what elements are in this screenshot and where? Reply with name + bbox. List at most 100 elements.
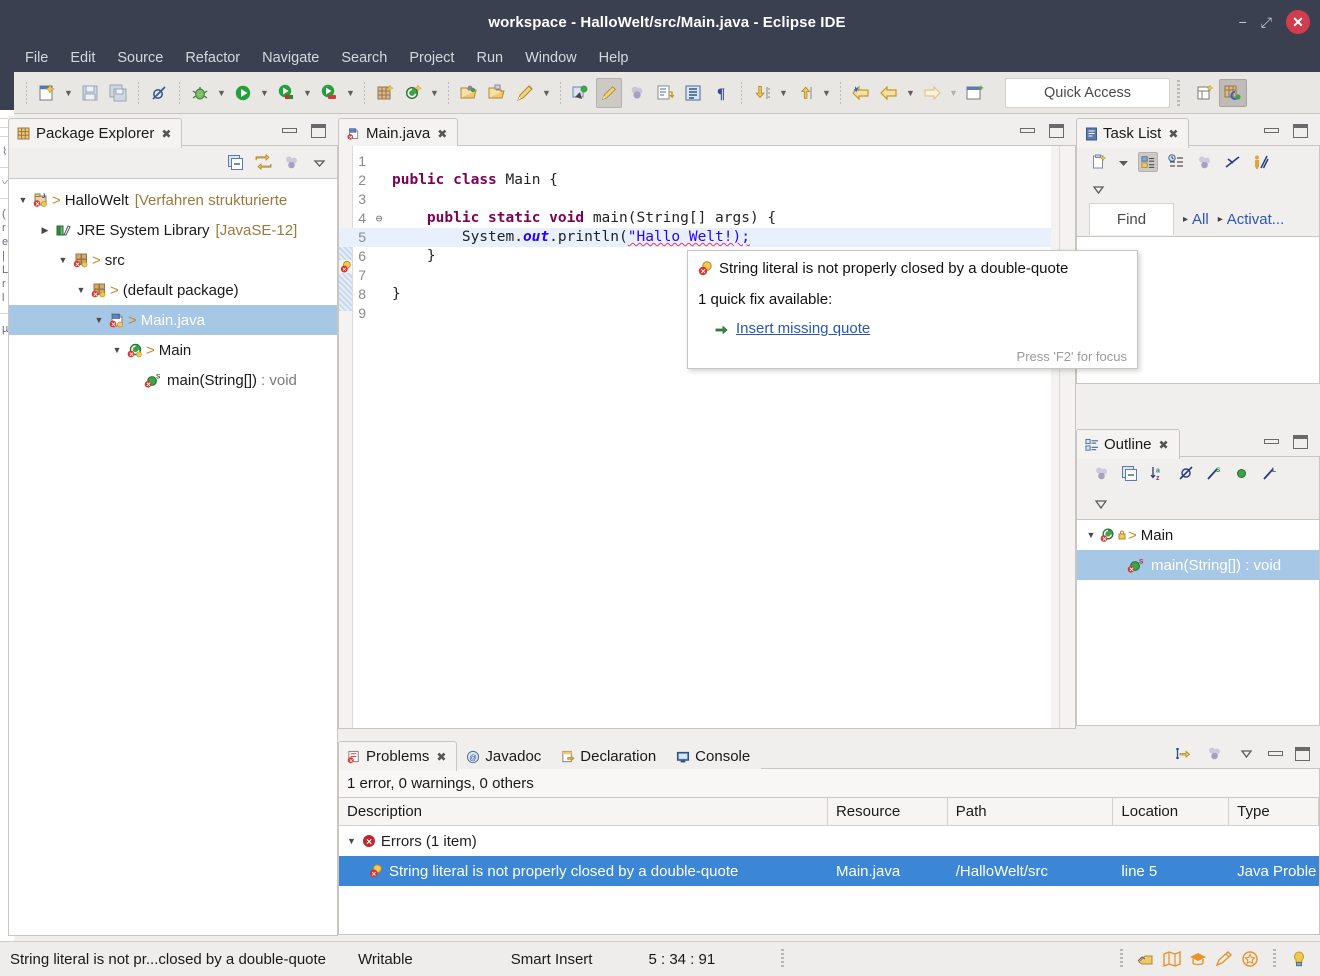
tree-item-jre-system-library[interactable]: ▶ JRE System Library [JavaSE-12] [9,215,337,245]
problems-item-cell[interactable]: ✕ String literal is not properly closed … [339,856,828,886]
toggle-breadcrumb-icon[interactable] [568,78,594,108]
new-java-dropdown-icon[interactable]: ▼ [427,78,442,108]
hide-static-icon[interactable]: S [1203,463,1223,483]
view-menu-dots-icon[interactable] [281,152,301,172]
show-whitespace-icon[interactable] [624,78,650,108]
task-find-field[interactable]: Find [1089,203,1174,235]
twisty-icon[interactable]: ▼ [91,315,107,325]
twisty-icon[interactable]: ▶ [37,225,53,236]
graduation-icon[interactable] [1185,947,1211,971]
debug-dropdown-icon[interactable]: ▼ [214,78,229,108]
table-row[interactable]: ✕ String literal is not properly closed … [339,856,1319,886]
tab-main-java[interactable]: ✕ Main.java ✖ [338,118,459,148]
build-icon[interactable] [1133,947,1159,971]
close-icon[interactable]: ✖ [437,127,447,141]
map-icon[interactable] [1159,947,1185,971]
view-menu-icon[interactable] [309,152,329,172]
next-annotation-dropdown-icon[interactable]: ▼ [776,78,791,108]
collapse-all-icon[interactable] [225,152,245,172]
hide-local-types-icon[interactable]: L [1259,463,1279,483]
column-header-resource[interactable]: Resource [828,798,948,825]
tab-javadoc[interactable]: @ Javadoc [457,741,552,771]
menu-search[interactable]: Search [330,47,398,69]
run-external-tools-icon[interactable] [316,78,342,108]
view-menu-icon[interactable] [1093,498,1109,511]
tree-item-main-java[interactable]: ▼ ✕ > Main.java [9,305,337,335]
twisty-icon[interactable]: ▼ [109,345,125,355]
twisty-icon[interactable]: ▼ [55,255,71,265]
previous-annotation-icon[interactable] [792,78,818,108]
open-task-icon[interactable] [484,78,510,108]
new-task-dropdown-icon[interactable] [1117,152,1130,172]
column-header-description[interactable]: Description [339,798,828,825]
markers-dropdown-icon[interactable]: ▼ [539,78,554,108]
close-icon[interactable]: ✖ [1159,438,1169,452]
close-icon[interactable]: ✖ [436,750,446,764]
previous-annotation-dropdown-icon[interactable]: ▼ [819,78,834,108]
run-dropdown-icon[interactable]: ▼ [257,78,272,108]
toggle-word-wrap-icon[interactable] [652,78,678,108]
close-icon[interactable]: ✖ [161,127,171,141]
close-button[interactable]: ✕ [1286,10,1310,34]
back-history-icon[interactable] [848,78,874,108]
menu-refactor[interactable]: Refactor [174,47,251,69]
menu-window[interactable]: Window [514,47,588,69]
collapse-all-icon[interactable] [1119,463,1139,483]
java-perspective-icon[interactable] [1219,78,1247,107]
skip-all-breakpoints-icon[interactable] [146,78,172,108]
run-coverage-dropdown-icon[interactable]: ▼ [300,78,315,108]
new-java-class-icon[interactable] [400,78,426,108]
insert-missing-quote-link[interactable]: Insert missing quote [736,320,870,337]
package-explorer-body[interactable]: ▼ J ✕ > HalloWelt [Verfahren strukturier… [8,178,338,936]
back-dropdown-icon[interactable]: ▼ [903,78,918,108]
debug-icon[interactable] [187,78,213,108]
scheduled-presentation-icon[interactable] [1166,152,1186,172]
toggle-block-selection-icon[interactable] [596,77,622,108]
hide-non-public-icon[interactable] [1231,463,1251,483]
document-outline-icon[interactable] [680,78,706,108]
sort-icon[interactable]: a z [1147,463,1167,483]
next-annotation-icon[interactable] [749,78,775,108]
star-icon[interactable] [1237,947,1263,971]
column-header-path[interactable]: Path [948,798,1114,825]
outline-item-main-method[interactable]: ▼ ✕ S main(String[]) : void [1077,550,1319,580]
tab-declaration[interactable]: Declaration [552,741,667,771]
menu-file[interactable]: File [14,47,59,69]
twisty-icon[interactable]: ▼ [73,285,89,295]
tree-item-default-package[interactable]: ▼ ✕ > (default package) [9,275,337,305]
outline-body[interactable]: ▼ ✕ > Main ▼ [1076,519,1320,726]
collapse-all-icon[interactable] [1222,152,1242,172]
problems-group-cell[interactable]: ▼ ✕ Errors (1 item) [339,826,828,856]
run-coverage-icon[interactable] [273,78,299,108]
new-java-project-icon[interactable] [372,78,398,108]
new-editor-icon[interactable] [962,78,988,108]
tree-item-main-method[interactable]: ▼ ✕ S main(String[]) : void [9,365,337,395]
outline-item-main-class[interactable]: ▼ ✕ > Main [1077,520,1319,550]
tab-outline[interactable]: Outline ✖ [1076,429,1180,459]
menu-run[interactable]: Run [465,47,514,69]
new-task-icon[interactable] [1089,152,1109,172]
column-header-location[interactable]: Location [1113,798,1230,825]
back-icon[interactable] [876,78,902,108]
task-scope-activate[interactable]: Activat... [1227,211,1285,228]
maximize-icon[interactable] [311,123,326,138]
editor-body[interactable]: ✕ 1 2 public class Main { 3 4 ⊖ public sta… [338,146,1076,729]
categorized-presentation-icon[interactable] [1138,152,1158,172]
tree-item-main-class[interactable]: ▼ ✕ > Main [9,335,337,365]
editor-vertical-scrollbar[interactable] [1051,146,1059,728]
tab-package-explorer[interactable]: Package Explorer ✖ [8,118,183,148]
open-perspective-icon[interactable] [1191,79,1219,107]
run-external-tools-dropdown-icon[interactable]: ▼ [343,78,358,108]
view-menu-icon[interactable] [1236,744,1256,764]
toggle-markers-icon[interactable] [512,78,538,108]
tree-item-src[interactable]: ▼ ✕ > src [9,245,337,275]
table-row[interactable]: ▼ ✕ Errors (1 item) [339,826,1319,856]
code-text[interactable]: 1 2 public class Main { 3 4 ⊖ public stati… [339,152,1051,728]
minimize-icon[interactable] [1264,128,1279,133]
twisty-icon[interactable]: ▼ [347,836,356,846]
pencil-icon[interactable] [1211,947,1237,971]
menu-source[interactable]: Source [106,47,174,69]
synchronize-changed-icon[interactable] [1250,152,1270,172]
twisty-icon[interactable]: ▼ [1083,530,1099,540]
minimize-icon[interactable] [1020,128,1035,133]
